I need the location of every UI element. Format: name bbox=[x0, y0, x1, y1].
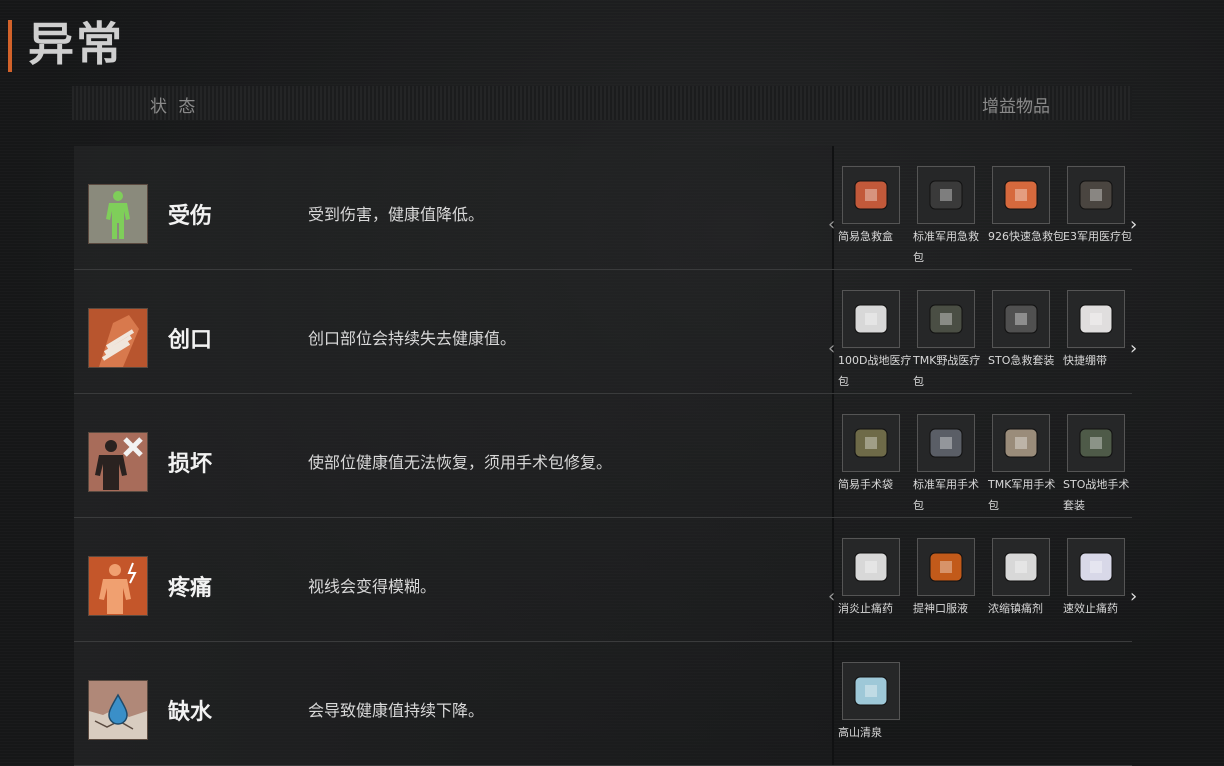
item-label: 消炎止痛药 bbox=[838, 602, 893, 615]
row-divider bbox=[832, 146, 834, 270]
item-image[interactable] bbox=[917, 166, 975, 224]
page-title: 异常 bbox=[28, 17, 124, 71]
arrow-right-icon[interactable]: › bbox=[1130, 586, 1137, 607]
row-divider bbox=[832, 518, 834, 642]
arrow-left-icon[interactable]: ‹ bbox=[828, 214, 835, 235]
damaged-body-icon bbox=[88, 432, 148, 492]
status-name: 缺水 bbox=[168, 700, 213, 725]
column-header-buff-items: 增益物品 bbox=[982, 97, 1050, 117]
item-image[interactable] bbox=[992, 538, 1050, 596]
buff-items: 简易手术袋 标准军用手术包 TMK军用手术包 STO战地手术套装 bbox=[838, 414, 1132, 518]
status-name: 疼痛 bbox=[168, 576, 213, 601]
item-label: 浓缩镇痛剂 bbox=[988, 602, 1043, 615]
status-row: 受伤 受到伤害，健康值降低。 简易急救盒 标准军用急救包 926快速急救包 E3… bbox=[74, 146, 1137, 270]
status-name: 受伤 bbox=[168, 204, 213, 229]
arrow-right-icon[interactable]: › bbox=[1130, 214, 1137, 235]
status-row: 缺水 会导致健康值持续下降。 高山清泉 bbox=[74, 642, 1132, 766]
item-image[interactable] bbox=[917, 538, 975, 596]
row-divider bbox=[832, 270, 834, 394]
buff-items: 简易急救盒 标准军用急救包 926快速急救包 E3军用医疗包 ‹ › bbox=[828, 166, 1137, 270]
item-label: 标准军用手术包 bbox=[913, 478, 979, 512]
item-label: 简易急救盒 bbox=[838, 230, 893, 243]
item-label: 提神口服液 bbox=[913, 602, 968, 615]
item-label: STO战地手术套装 bbox=[1063, 478, 1130, 512]
status-description: 会导致健康值持续下降。 bbox=[308, 701, 485, 720]
header: 异常 bbox=[0, 0, 1224, 85]
injury-body-icon bbox=[88, 184, 148, 244]
item-label: 标准军用急救包 bbox=[913, 230, 979, 264]
status-row: 损坏 使部位健康值无法恢复，须用手术包修复。 简易手术袋 标准军用手术包 TMK… bbox=[74, 394, 1132, 518]
pain-body-icon bbox=[88, 556, 148, 616]
item-image[interactable] bbox=[992, 290, 1050, 348]
arrow-left-icon[interactable]: ‹ bbox=[828, 586, 835, 607]
item-image[interactable] bbox=[842, 166, 900, 224]
item-image[interactable] bbox=[992, 166, 1050, 224]
row-divider bbox=[832, 642, 834, 766]
status-row: 疼痛 视线会变得模糊。 消炎止痛药 提神口服液 浓缩镇痛剂 速效止痛药 ‹ › bbox=[74, 518, 1137, 642]
buff-items: 100D战地医疗包 TMK野战医疗包 STO急救套装 快捷绷带 ‹ › bbox=[828, 290, 1137, 394]
item-image[interactable] bbox=[842, 538, 900, 596]
arrow-left-icon[interactable]: ‹ bbox=[828, 338, 835, 359]
item-label: 高山清泉 bbox=[838, 726, 882, 739]
status-name: 损坏 bbox=[168, 452, 213, 477]
item-label: TMK野战医疗包 bbox=[913, 354, 981, 388]
item-image[interactable] bbox=[842, 414, 900, 472]
column-header-status: 状 态 bbox=[150, 97, 199, 117]
item-image[interactable] bbox=[917, 290, 975, 348]
item-label: STO急救套装 bbox=[988, 354, 1055, 367]
item-image[interactable] bbox=[917, 414, 975, 472]
status-description: 受到伤害，健康值降低。 bbox=[308, 205, 485, 224]
status-description: 使部位健康值无法恢复，须用手术包修复。 bbox=[308, 453, 613, 472]
column-header-bar bbox=[72, 86, 1132, 120]
item-image[interactable] bbox=[1067, 414, 1125, 472]
wound-bandage-icon bbox=[88, 308, 148, 368]
item-label: 快捷绷带 bbox=[1063, 354, 1107, 367]
status-name: 创口 bbox=[168, 328, 213, 353]
item-image[interactable] bbox=[992, 414, 1050, 472]
item-label: 926快速急救包 bbox=[988, 230, 1064, 243]
buff-items: 消炎止痛药 提神口服液 浓缩镇痛剂 速效止痛药 ‹ › bbox=[828, 538, 1137, 642]
status-row: 创口 创口部位会持续失去健康值。 100D战地医疗包 TMK野战医疗包 STO急… bbox=[74, 270, 1137, 394]
item-image[interactable] bbox=[842, 662, 900, 720]
item-image[interactable] bbox=[1067, 538, 1125, 596]
status-description: 视线会变得模糊。 bbox=[308, 577, 437, 596]
dehydration-drop-icon bbox=[88, 680, 148, 740]
item-image[interactable] bbox=[842, 290, 900, 348]
item-image[interactable] bbox=[1067, 290, 1125, 348]
item-label: 简易手术袋 bbox=[838, 478, 893, 491]
item-label: E3军用医疗包 bbox=[1063, 230, 1132, 243]
buff-items: 高山清泉 bbox=[838, 662, 1132, 766]
row-divider bbox=[832, 394, 834, 518]
item-label: 速效止痛药 bbox=[1063, 602, 1118, 615]
item-image[interactable] bbox=[1067, 166, 1125, 224]
title-accent-bar bbox=[8, 20, 12, 72]
status-description: 创口部位会持续失去健康值。 bbox=[308, 329, 517, 348]
arrow-right-icon[interactable]: › bbox=[1130, 338, 1137, 359]
item-label: TMK军用手术包 bbox=[988, 478, 1056, 512]
item-label: 100D战地医疗包 bbox=[838, 354, 912, 388]
